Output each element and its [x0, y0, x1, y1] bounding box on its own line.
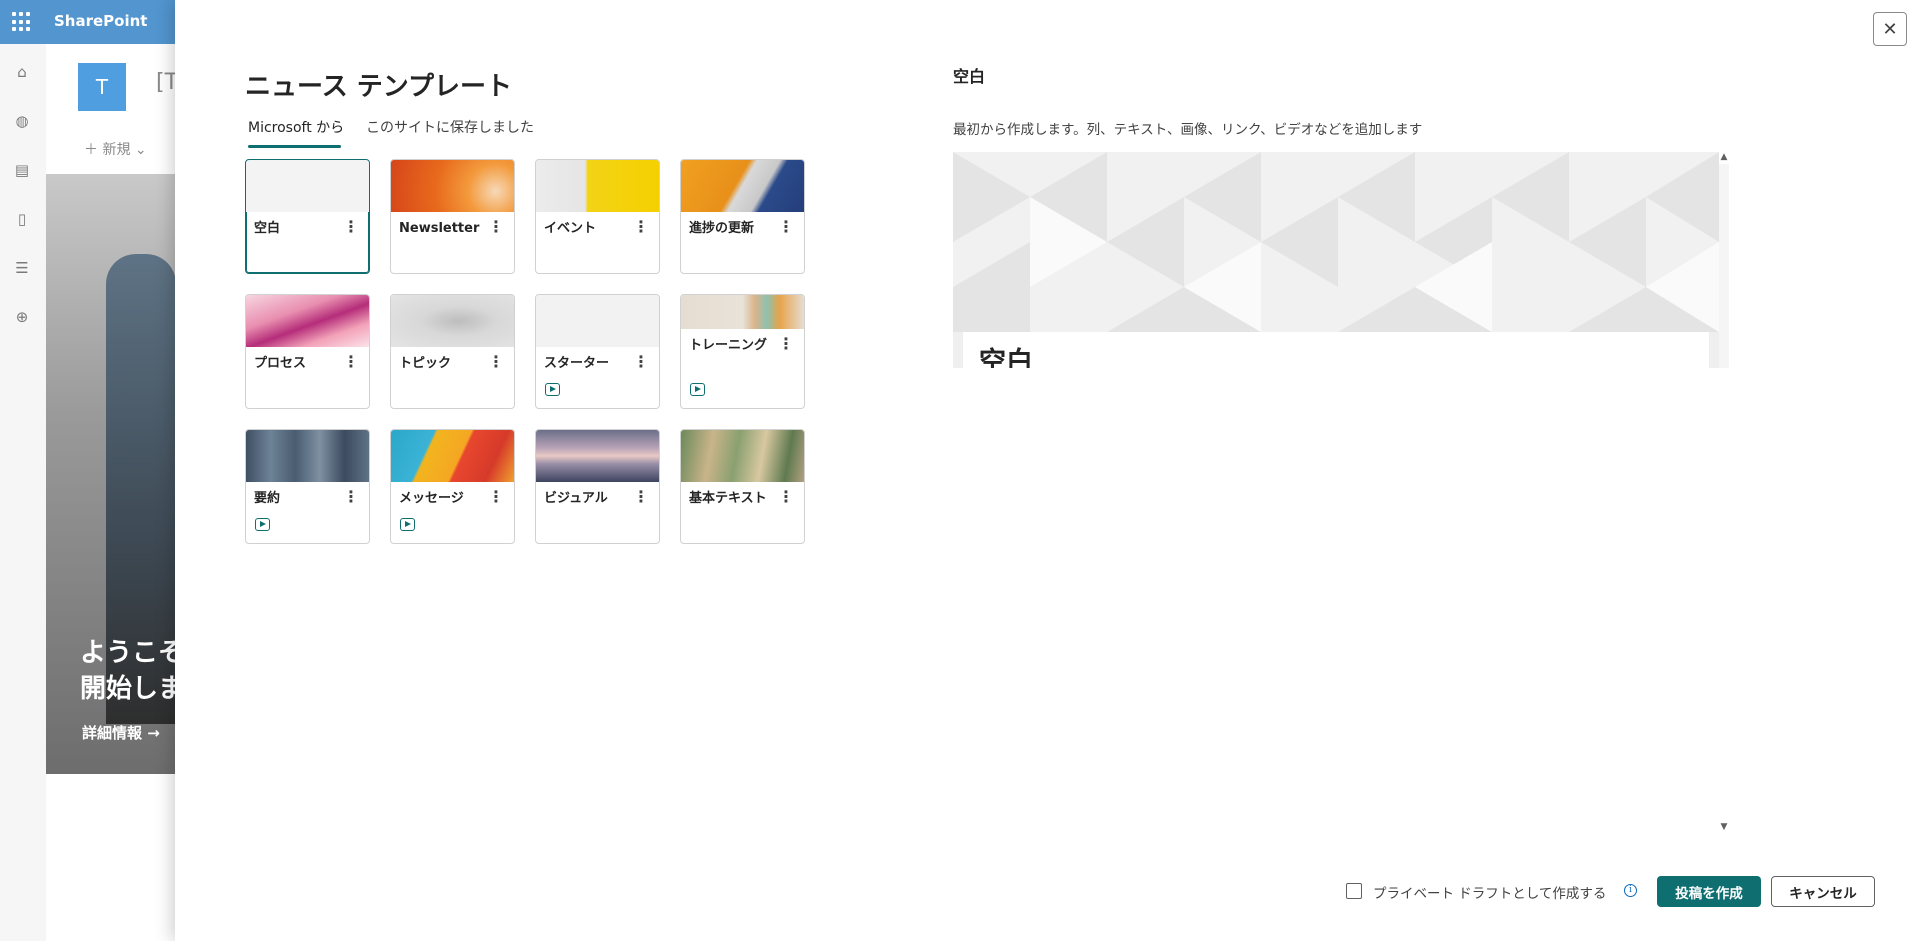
template-thumbnail: [681, 430, 804, 482]
template-card-training[interactable]: トレーニング ⋮: [680, 294, 805, 409]
template-card-event[interactable]: イベント ⋮: [535, 159, 660, 274]
tab-from-microsoft[interactable]: Microsoft から: [248, 117, 344, 137]
video-icon: [690, 383, 705, 396]
template-thumbnail: [391, 430, 514, 482]
more-options-icon[interactable]: ⋮: [488, 219, 504, 237]
hero-heading-line2: 開始しま: [80, 674, 185, 704]
active-tab-indicator: [248, 145, 341, 148]
preview-description: 最初から作成します。列、テキスト、画像、リンク、ビデオなどを追加します: [953, 122, 1423, 138]
template-label: 基本テキスト: [689, 491, 767, 506]
template-label: トレーニング: [689, 338, 768, 353]
preview-scrollbar[interactable]: [1719, 164, 1729, 368]
site-logo: T: [78, 63, 126, 111]
video-icon: [255, 518, 270, 531]
document-icon[interactable]: ▯: [13, 210, 31, 228]
hero-heading-line1: ようこそ: [80, 638, 185, 668]
more-options-icon[interactable]: ⋮: [778, 336, 794, 354]
template-label: 要約: [254, 491, 281, 506]
dialog-title: ニュース テンプレート: [245, 72, 512, 102]
preview-title: 空白: [953, 67, 986, 86]
create-post-button[interactable]: 投稿を作成: [1657, 876, 1761, 907]
scroll-down-arrow-icon[interactable]: ▼: [1719, 822, 1729, 832]
scroll-up-arrow-icon[interactable]: ▲: [1719, 152, 1729, 162]
globe-icon[interactable]: ◍: [13, 112, 31, 130]
video-icon: [400, 518, 415, 531]
more-options-icon[interactable]: ⋮: [778, 489, 794, 507]
more-options-icon[interactable]: ⋮: [633, 219, 649, 237]
more-options-icon[interactable]: ⋮: [488, 489, 504, 507]
more-options-icon[interactable]: ⋮: [633, 489, 649, 507]
template-thumbnail: [536, 160, 659, 212]
tab-saved-on-site[interactable]: このサイトに保存しました: [366, 117, 534, 137]
template-card-progress-update[interactable]: 進捗の更新 ⋮: [680, 159, 805, 274]
template-thumbnail: [246, 430, 369, 482]
private-draft-label[interactable]: プライベート ドラフトとして作成する: [1373, 882, 1606, 902]
template-thumbnail: [246, 160, 369, 212]
template-label: 進捗の更新: [689, 221, 755, 236]
list-icon[interactable]: ☰: [13, 259, 31, 277]
template-label: ビジュアル: [544, 491, 608, 506]
cancel-button[interactable]: キャンセル: [1771, 876, 1875, 907]
template-thumbnail: [391, 160, 514, 212]
preview-frame[interactable]: 空白: [953, 152, 1719, 368]
template-card-starter[interactable]: スターター ⋮: [535, 294, 660, 409]
template-card-summary[interactable]: 要約 ⋮: [245, 429, 370, 544]
template-thumbnail: [391, 295, 514, 347]
preview-hero-pattern: [953, 152, 1719, 332]
more-options-icon[interactable]: ⋮: [343, 489, 359, 507]
more-options-icon[interactable]: ⋮: [778, 219, 794, 237]
template-card-topic[interactable]: トピック ⋮: [390, 294, 515, 409]
more-options-icon[interactable]: ⋮: [343, 354, 359, 372]
more-options-icon[interactable]: ⋮: [488, 354, 504, 372]
info-icon[interactable]: i: [1624, 884, 1637, 897]
template-label: プロセス: [254, 356, 307, 371]
new-menu-button[interactable]: ＋ 新規 ⌄: [84, 139, 147, 159]
template-label: Newsletter: [399, 221, 480, 236]
template-card-newsletter[interactable]: Newsletter ⋮: [390, 159, 515, 274]
template-card-visual[interactable]: ビジュアル ⋮: [535, 429, 660, 544]
add-icon[interactable]: ⊕: [13, 308, 31, 326]
brand-name[interactable]: SharePoint: [54, 12, 147, 30]
template-thumbnail: [536, 295, 659, 347]
template-card-process[interactable]: プロセス ⋮: [245, 294, 370, 409]
private-draft-checkbox[interactable]: [1346, 883, 1362, 899]
template-label: トピック: [399, 356, 452, 371]
template-card-basic-text[interactable]: 基本テキスト ⋮: [680, 429, 805, 544]
video-icon: [545, 383, 560, 396]
news-icon[interactable]: ▤: [13, 161, 31, 179]
more-options-icon[interactable]: ⋮: [633, 354, 649, 372]
template-label: 空白: [254, 221, 281, 236]
app-launcher-icon[interactable]: [12, 12, 32, 32]
close-icon: ✕: [1882, 19, 1898, 39]
home-icon[interactable]: ⌂: [13, 63, 31, 81]
template-thumbnail: [681, 160, 804, 212]
template-thumbnail: [246, 295, 369, 347]
template-card-message[interactable]: メッセージ ⋮: [390, 429, 515, 544]
template-label: イベント: [544, 221, 597, 236]
template-label: スターター: [544, 356, 610, 371]
hero-learn-more-link[interactable]: 詳細情報 →: [82, 722, 160, 743]
preview-title-area: [963, 332, 1709, 368]
more-options-icon[interactable]: ⋮: [343, 219, 359, 237]
preview-page-title: 空白: [979, 347, 1033, 368]
template-card-blank[interactable]: 空白 ⋮: [245, 159, 370, 274]
template-label: メッセージ: [399, 491, 464, 506]
template-thumbnail: [536, 430, 659, 482]
close-button[interactable]: ✕: [1873, 12, 1907, 46]
template-thumbnail: [681, 295, 804, 329]
